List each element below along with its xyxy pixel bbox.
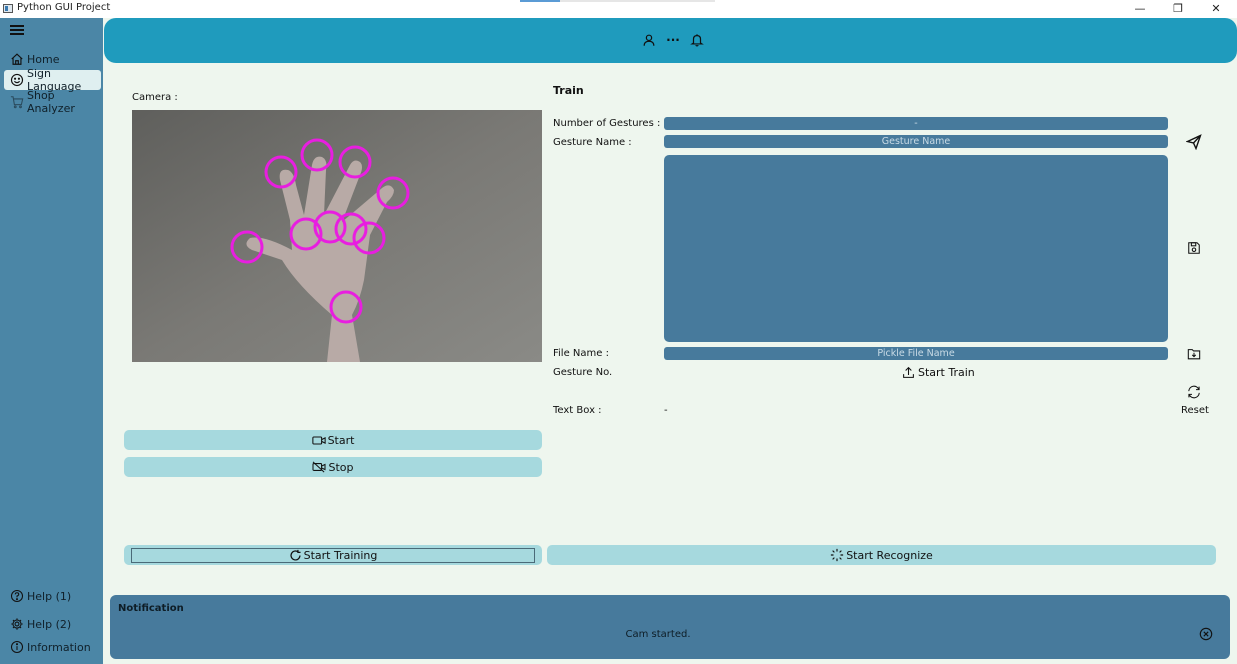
start-button[interactable]: Start	[124, 430, 542, 450]
folder-download-icon[interactable]	[1185, 345, 1203, 363]
train-title: Train	[553, 84, 584, 97]
sidebar-item-home[interactable]: Home	[4, 49, 101, 69]
tab-strip	[520, 0, 715, 2]
sidebar: Home Sign Language Shop Analyzer Help (1…	[0, 18, 103, 664]
sidebar-item-shop-analyzer[interactable]: Shop Analyzer	[4, 89, 101, 115]
close-circle-icon[interactable]	[1199, 627, 1213, 641]
minimize-button[interactable]: —	[1120, 0, 1160, 18]
gesture-text-area[interactable]	[664, 155, 1168, 342]
stop-button[interactable]: Stop	[124, 457, 542, 477]
loader-icon	[831, 548, 844, 562]
sidebar-item-label: Help (2)	[27, 617, 72, 631]
gesture-name-input[interactable]: Gesture Name	[664, 135, 1168, 148]
sidebar-item-help-1[interactable]: Help (1)	[4, 586, 101, 606]
sidebar-item-label: Help (1)	[27, 589, 72, 603]
sidebar-item-label: Home	[27, 52, 60, 66]
menu-icon[interactable]	[10, 25, 24, 36]
reset-icon[interactable]	[1185, 383, 1203, 401]
file-name-label: File Name :	[553, 348, 609, 359]
more-icon[interactable]: ···	[665, 32, 681, 48]
bell-icon[interactable]	[689, 32, 705, 48]
smile-icon	[10, 73, 24, 87]
top-header: ···	[104, 18, 1237, 63]
start-train-button[interactable]: Start Train	[902, 366, 975, 379]
start-recognize-button[interactable]: Start Recognize	[547, 545, 1216, 565]
notification-message: Cam started.	[625, 629, 691, 640]
send-icon[interactable]	[1185, 133, 1203, 151]
num-gestures-label: Number of Gestures :	[553, 118, 661, 129]
save-icon[interactable]	[1185, 239, 1203, 257]
app-icon	[3, 4, 13, 13]
notification-panel: Notification Cam started.	[110, 595, 1230, 659]
help-circle-icon	[10, 589, 24, 603]
sidebar-item-help-2[interactable]: Help (2)	[4, 614, 101, 634]
cart-icon	[10, 95, 24, 109]
sidebar-item-label: Information	[27, 640, 91, 654]
upload-icon	[903, 366, 914, 378]
window-title: Python GUI Project	[17, 2, 111, 13]
file-name-input[interactable]: Pickle File Name	[664, 347, 1168, 360]
gear-icon	[10, 617, 24, 631]
gesture-name-label: Gesture Name :	[553, 137, 632, 148]
reset-button[interactable]: Reset	[1181, 405, 1209, 416]
text-box-label: Text Box :	[553, 405, 602, 416]
info-icon	[10, 640, 24, 654]
text-box-value: -	[664, 405, 668, 416]
home-icon	[10, 52, 24, 66]
num-gestures-field: -	[664, 117, 1168, 130]
camera-feed	[132, 110, 542, 362]
notification-title: Notification	[118, 603, 184, 614]
maximize-button[interactable]: ❐	[1158, 0, 1198, 18]
sidebar-item-label: Shop Analyzer	[27, 89, 75, 115]
user-icon[interactable]	[641, 32, 657, 48]
sidebar-item-information[interactable]: Information	[4, 637, 101, 657]
start-training-button[interactable]: Start Training	[124, 545, 542, 565]
video-off-icon	[312, 461, 326, 473]
sidebar-item-sign-language[interactable]: Sign Language	[4, 67, 101, 93]
close-button[interactable]: ✕	[1196, 0, 1236, 18]
gesture-no-label: Gesture No.	[553, 367, 613, 378]
camera-label: Camera :	[132, 92, 178, 103]
video-icon	[311, 435, 326, 445]
title-bar: Python GUI Project — ❐ ✕	[0, 0, 1237, 18]
